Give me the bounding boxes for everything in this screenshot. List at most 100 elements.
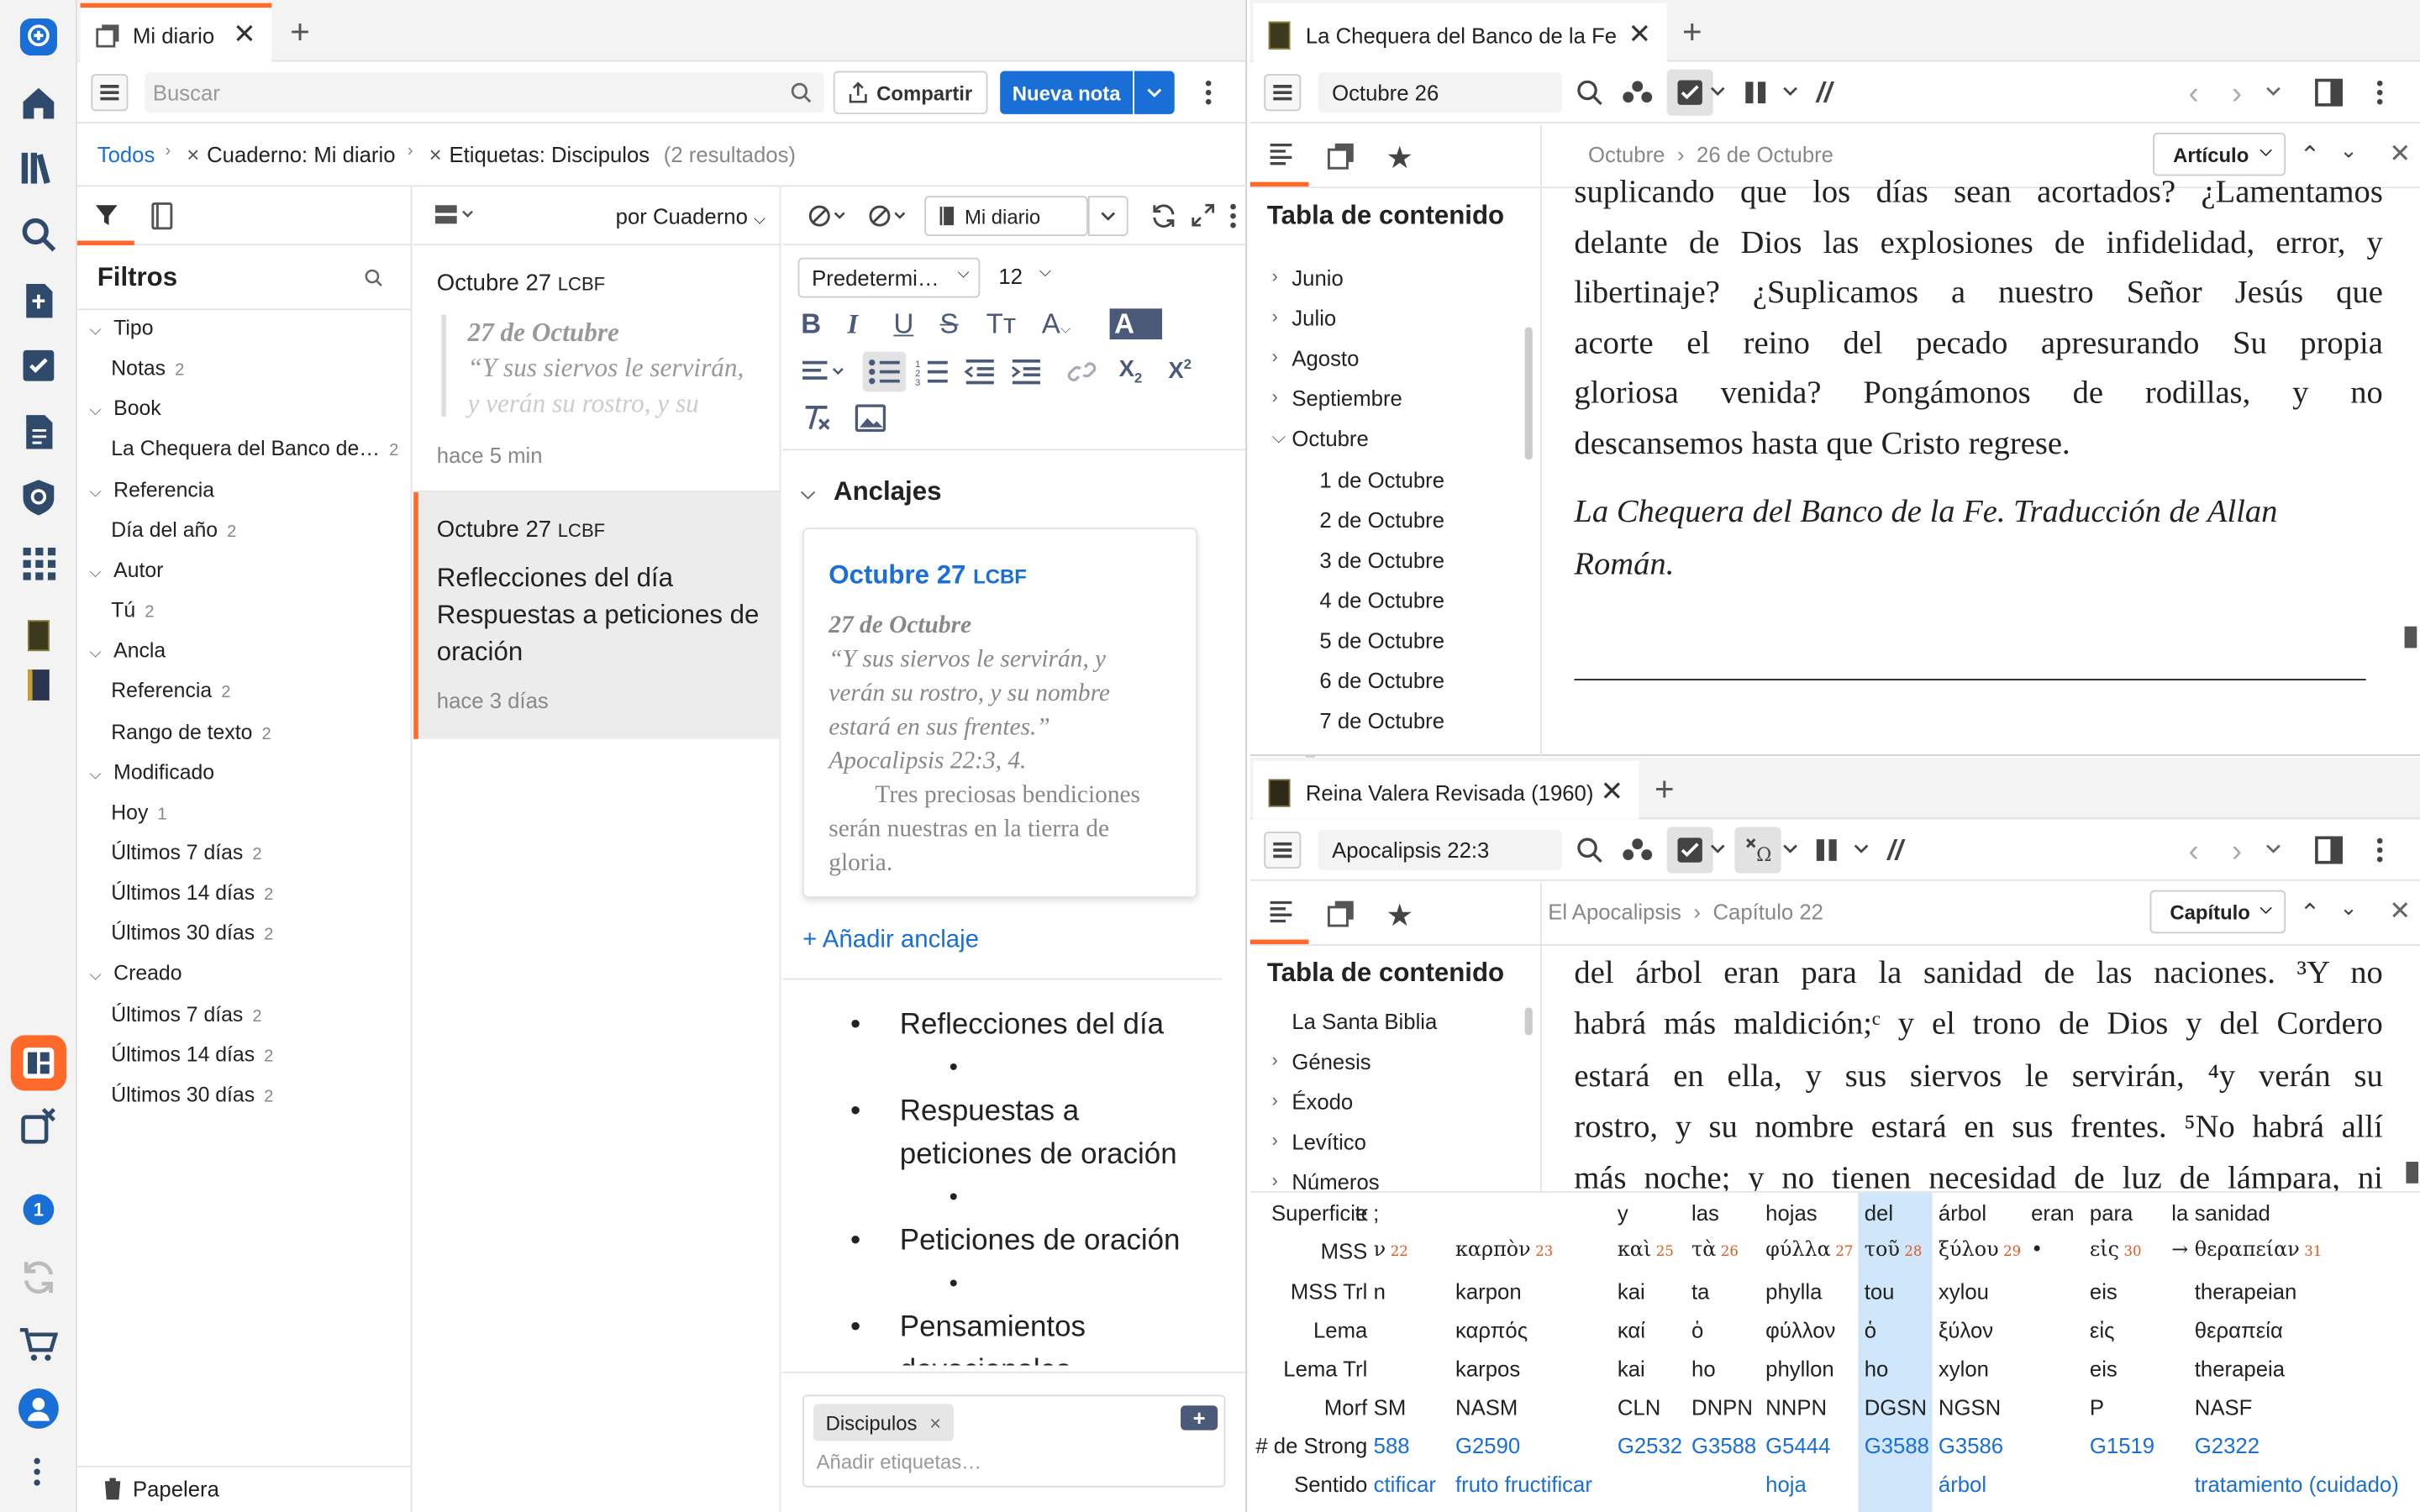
account-icon[interactable]: [18, 1389, 59, 1429]
search-icon[interactable]: [1576, 79, 1603, 107]
font-family-select[interactable]: Predetermi… ⌵: [797, 257, 981, 298]
back-icon[interactable]: ‹: [2188, 77, 2198, 113]
trash-button[interactable]: Papelera: [102, 1477, 219, 1501]
notification-badge[interactable]: 1: [23, 1194, 55, 1226]
chevron-right-icon[interactable]: ›: [1271, 346, 1277, 368]
tab-bible[interactable]: Reina Valera Revisada (1960) ✕: [1253, 760, 1639, 820]
chevron-down-icon[interactable]: [1710, 844, 1725, 853]
add-tab-icon[interactable]: +: [1655, 770, 1675, 811]
toc-item[interactable]: ⌵ Octubre: [1271, 427, 1368, 451]
note-item-selected[interactable]: Octubre 27 LCBF Reflecciones del día Resp…: [413, 491, 781, 739]
highlight-icon[interactable]: A: [1109, 308, 1163, 340]
search-icon[interactable]: [790, 81, 812, 103]
apps-icon[interactable]: [17, 542, 60, 585]
font-color-icon[interactable]: A⌵: [1042, 308, 1094, 342]
filter-item[interactable]: Últimos 7 días 2: [111, 841, 261, 864]
sync-icon[interactable]: [17, 1256, 60, 1299]
scroll-thumb[interactable]: [2406, 1162, 2419, 1184]
subscript-icon[interactable]: X2: [1119, 356, 1143, 386]
interlinear-cell[interactable]: G3588: [1865, 1433, 1929, 1457]
chevron-down-icon[interactable]: [1782, 87, 1797, 96]
superscript-icon[interactable]: X2: [1168, 356, 1192, 384]
underline-icon[interactable]: U: [893, 308, 924, 342]
font-size-select[interactable]: 12 ⌵: [989, 258, 1057, 298]
chevron-right-icon[interactable]: ›: [1271, 1170, 1277, 1189]
forward-icon[interactable]: ›: [2232, 77, 2242, 113]
toc-item[interactable]: › Junio: [1271, 265, 1343, 290]
close-icon[interactable]: ✕: [2389, 896, 2411, 927]
close-icon[interactable]: ✕: [2389, 139, 2411, 170]
search-icon[interactable]: [364, 269, 382, 287]
chevron-down-icon[interactable]: [2265, 87, 2281, 96]
remove-filter-icon[interactable]: ×: [187, 142, 199, 166]
reference-input[interactable]: Apocalipsis 22:3: [1318, 830, 1562, 870]
anchor-title[interactable]: Octubre 27 LCBF: [829, 560, 1026, 591]
filter-tab[interactable]: [76, 186, 134, 246]
scroll-thumb[interactable]: [2404, 626, 2417, 648]
favorites-star-icon[interactable]: ★: [1386, 896, 1413, 935]
more-icon[interactable]: [33, 1457, 42, 1488]
filter-item[interactable]: La Chequera del Banco de… 2: [111, 438, 398, 461]
add-tab-icon[interactable]: +: [1682, 13, 1702, 53]
back-icon[interactable]: ‹: [2188, 835, 2198, 870]
book-text[interactable]: suplicando que los días sean acortados? …: [1574, 166, 2382, 468]
filter-item[interactable]: Hoy 1: [111, 801, 166, 824]
toc-tab[interactable]: [1249, 125, 1309, 187]
split-panel-icon[interactable]: [2315, 78, 2344, 107]
book-cover-icon[interactable]: [28, 669, 50, 701]
interlinear-cell[interactable]: tratamiento (cuidado): [2195, 1472, 2399, 1496]
interlinear-cell[interactable]: G2322: [2195, 1433, 2260, 1457]
more-icon[interactable]: [1204, 79, 1213, 107]
chevron-down-icon[interactable]: [1854, 844, 1869, 853]
close-icon[interactable]: ✕: [1628, 18, 1652, 51]
chevron-down-icon[interactable]: ⌄: [2339, 895, 2358, 921]
close-icon[interactable]: ✕: [233, 18, 256, 51]
chevron-down-icon[interactable]: [2265, 844, 2281, 853]
scrollbar[interactable]: [1524, 1007, 1533, 1036]
breadcrumb-item[interactable]: El Apocalipsis: [1548, 900, 1681, 924]
more-icon[interactable]: [2375, 836, 2385, 864]
interlinear-cell[interactable]: fruto fructificar: [1455, 1472, 1592, 1496]
menu-icon[interactable]: [1264, 74, 1302, 112]
tab-mi-diario[interactable]: Mi diario ✕: [80, 3, 272, 62]
favorites-star-icon[interactable]: ★: [1386, 139, 1413, 177]
add-anchor-link[interactable]: + Añadir anclaje: [802, 927, 979, 955]
split-panel-icon[interactable]: [2315, 836, 2344, 864]
italic-icon[interactable]: I: [847, 308, 878, 342]
chevron-right-icon[interactable]: ›: [1271, 386, 1277, 408]
interlinear-cell[interactable]: G5444: [1765, 1433, 1830, 1457]
search-input[interactable]: Buscar: [145, 72, 824, 113]
chevron-right-icon[interactable]: ›: [1271, 1049, 1277, 1071]
tab-book[interactable]: La Chequera del Banco de la Fe ✕: [1253, 3, 1667, 62]
home-icon[interactable]: [17, 81, 60, 124]
interlinear-icon[interactable]: //: [1817, 77, 1832, 110]
numbered-list-icon[interactable]: 123: [915, 358, 949, 386]
chevron-right-icon[interactable]: ›: [1271, 1089, 1277, 1111]
scrollbar[interactable]: [1524, 327, 1533, 460]
people-icon[interactable]: [1622, 79, 1653, 107]
layout-icon[interactable]: [10, 1035, 66, 1091]
add-tab-icon[interactable]: +: [290, 13, 310, 53]
filter-group[interactable]: ⌵ Referencia: [90, 478, 215, 501]
share-button[interactable]: Compartir: [833, 71, 988, 114]
add-tag-icon[interactable]: +: [1181, 1405, 1218, 1431]
scope-dropdown[interactable]: Capítulo ⌵: [2149, 890, 2286, 934]
people-icon[interactable]: [1622, 836, 1653, 864]
interlinear-cell[interactable]: 588: [1374, 1433, 1410, 1457]
chevron-down-icon[interactable]: ⌵: [1271, 427, 1286, 450]
breadcrumb-notebook[interactable]: Cuaderno: Mi diario: [207, 142, 395, 166]
strikethrough-icon[interactable]: S: [940, 308, 971, 342]
filter-group[interactable]: ⌵ Tipo: [90, 317, 154, 340]
chevron-right-icon[interactable]: ›: [1271, 1130, 1277, 1152]
toc-item[interactable]: 3 de Octubre: [1319, 547, 1444, 571]
toc-item[interactable]: 1 de Octubre: [1319, 467, 1444, 491]
notebook-select[interactable]: Mi diario: [924, 196, 1088, 237]
more-icon[interactable]: [1228, 202, 1238, 230]
close-icon[interactable]: ×: [929, 1411, 941, 1435]
interlinear-cell[interactable]: hoja: [1765, 1472, 1807, 1496]
interlinear-toggle-icon[interactable]: Ω: [1734, 827, 1781, 874]
clear-format-icon[interactable]: [801, 404, 832, 432]
interlinear-icon[interactable]: //: [1887, 835, 1902, 868]
menu-icon[interactable]: [91, 74, 129, 112]
note-item[interactable]: Octubre 27 LCBF 27 de Octubre “Y sus sie…: [413, 247, 781, 491]
